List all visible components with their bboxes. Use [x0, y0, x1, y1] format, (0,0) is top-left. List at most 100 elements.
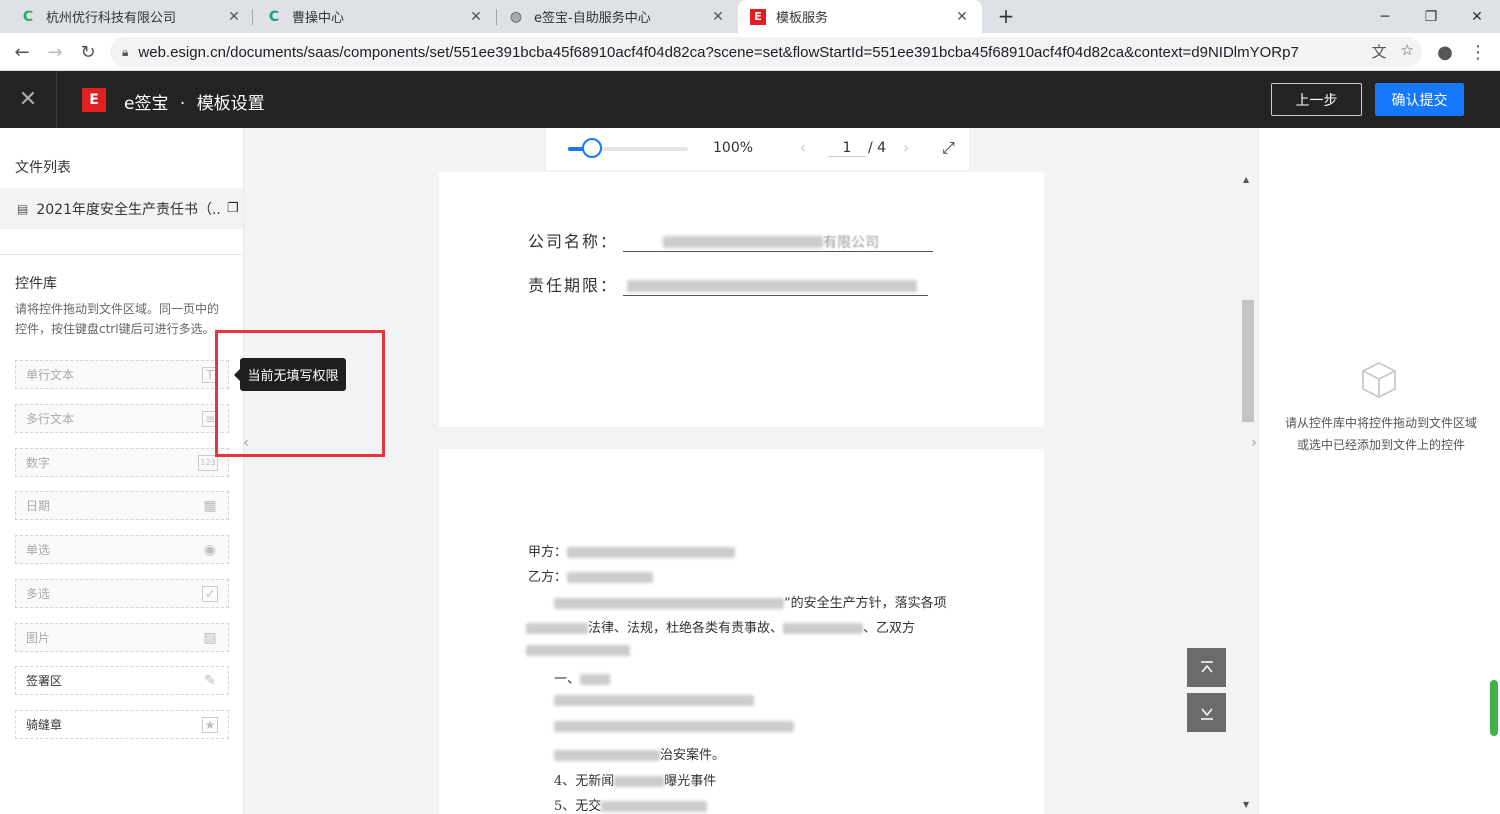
company-name-field: 有限公司 — [623, 232, 934, 252]
radio-icon: ◉ — [203, 541, 217, 558]
fullscreen-icon[interactable]: ⤢ — [942, 138, 955, 158]
zoom-slider-handle[interactable] — [582, 138, 602, 158]
browser-tab-3[interactable]: ◍ e签宝-自助服务中心 ✕ — [496, 0, 738, 33]
confirm-submit-button[interactable]: 确认提交 — [1375, 83, 1464, 116]
collapse-right-panel-icon[interactable]: › — [1246, 430, 1262, 456]
maximize-button[interactable]: ❐ — [1408, 0, 1454, 33]
control-label: 单选 — [26, 543, 51, 557]
close-icon[interactable]: ✕ — [0, 71, 57, 128]
esign-logo-icon: E — [82, 88, 106, 112]
redacted-text — [554, 750, 660, 761]
control-image[interactable]: 图片 ▨ — [15, 623, 229, 652]
redacted-text — [554, 598, 784, 609]
close-icon[interactable]: ✕ — [710, 9, 726, 25]
redacted-text — [567, 547, 736, 558]
control-multi-line-text[interactable]: 多行文本 ≡ — [15, 404, 229, 433]
back-arrow-icon[interactable]: ← — [11, 41, 33, 63]
address-bar: ← → ↻ 🔒︎ web.esign.cn/documents/saas/com… — [0, 33, 1500, 71]
document-page-2: 甲方： 乙方： ”的安全生产方针，落实各项 法律、法规，杜绝各类有责事故、 、乙双… — [439, 449, 1044, 814]
paragraph-line — [526, 643, 630, 658]
list-item: 4、无新闻 曝光事件 — [554, 770, 716, 789]
redacted-text — [554, 721, 794, 732]
redacted-text — [554, 695, 754, 706]
translate-icon[interactable]: 文 — [1372, 41, 1387, 62]
pen-icon: ✎ — [204, 672, 216, 689]
redacted-text — [601, 801, 708, 812]
responsibility-period-field — [623, 276, 929, 296]
right-properties-panel: 请从控件库中将控件拖动到文件区域 或选中已经添加到文件上的控件 — [1258, 128, 1500, 814]
next-page-icon[interactable]: › — [903, 138, 909, 157]
star-icon[interactable]: ☆ — [1401, 41, 1414, 62]
control-label: 日期 — [26, 499, 51, 513]
control-multi-choice[interactable]: 多选 ✓ — [15, 579, 229, 608]
globe-icon: ◍ — [509, 8, 523, 25]
checkbox-icon: ✓ — [202, 585, 218, 602]
party-a-label: 甲方： — [528, 545, 568, 560]
redacted-text — [526, 623, 588, 634]
url-omnibox[interactable]: 🔒︎ web.esign.cn/documents/saas/component… — [110, 37, 1422, 67]
control-number[interactable]: 数字 123 — [15, 448, 229, 477]
prev-page-icon[interactable]: ‹ — [800, 138, 806, 157]
close-icon[interactable]: ✕ — [226, 9, 242, 25]
document-icon: ▤ — [17, 201, 29, 216]
page-title: e签宝 · 模板设置 — [124, 89, 265, 114]
divider — [0, 254, 243, 255]
tab-title: 曹操中心 — [292, 11, 345, 26]
scroll-to-bottom-button[interactable] — [1187, 693, 1226, 732]
lock-icon: 🔒︎ — [122, 44, 129, 59]
control-seam-seal[interactable]: 骑缝章 ★ — [15, 710, 229, 739]
list-item: 5、无交 — [554, 795, 708, 814]
image-icon: ▨ — [203, 629, 217, 646]
file-list-item[interactable]: ▤ 2021年度安全生产责任书（.. ❐ — [0, 188, 243, 229]
brand-name: e签宝 — [124, 94, 169, 114]
browser-tab-2[interactable]: C 曹操中心 ✕ — [254, 0, 496, 33]
reload-icon[interactable]: ↻ — [77, 41, 99, 63]
list-item: 一、 — [554, 668, 611, 687]
company-name-visible: 有限公司 — [823, 235, 880, 251]
browser-tab-4[interactable]: E 模板服务 ✕ — [738, 0, 982, 33]
file-list-title: 文件列表 — [15, 160, 71, 176]
close-icon[interactable]: ✕ — [954, 9, 970, 25]
empty-hint-line: 请从控件库中将控件拖动到文件区域 — [1284, 416, 1477, 430]
party-b-label: 乙方： — [528, 570, 568, 585]
document-canvas: 公司名称： 有限公司 责任期限： 甲方： 乙方： ”的安全生产方针，落实各项 法… — [244, 128, 1258, 814]
forward-arrow-icon[interactable]: → — [44, 41, 66, 63]
control-label: 单行文本 — [26, 368, 75, 382]
scroll-up-icon[interactable]: ▲ — [1243, 175, 1249, 184]
profile-icon[interactable]: ● — [1434, 41, 1456, 63]
scrollbar-thumb[interactable] — [1242, 300, 1254, 422]
list-item-text: 曝光事件 — [664, 774, 717, 789]
current-page-input[interactable]: 1 — [828, 140, 866, 157]
prev-step-button[interactable]: 上一步 — [1271, 83, 1362, 116]
scroll-down-icon[interactable]: ▼ — [1243, 800, 1249, 809]
more-menu-icon[interactable]: ⋮ — [1467, 41, 1489, 63]
paragraph-line: ”的安全生产方针，落实各项 — [554, 592, 947, 611]
control-signature-area[interactable]: 签署区 ✎ — [15, 666, 229, 695]
url-text: web.esign.cn/documents/saas/components/s… — [138, 43, 1299, 61]
to-top-icon — [1200, 660, 1213, 672]
box-icon — [1362, 361, 1396, 399]
copy-icon[interactable]: ❐ — [227, 201, 239, 216]
close-icon[interactable]: ✕ — [468, 9, 484, 25]
browser-tab-1[interactable]: C 杭州优行科技有限公司 ✕ — [8, 0, 254, 33]
list-item-text: 4、无新闻 — [554, 774, 615, 789]
list-item — [554, 719, 794, 734]
minimize-button[interactable]: ─ — [1362, 0, 1408, 33]
scroll-to-top-button[interactable] — [1187, 648, 1226, 687]
redacted-text — [526, 645, 630, 656]
control-single-line-text[interactable]: 单行文本 T — [15, 360, 229, 389]
tab-separator — [252, 9, 253, 25]
control-single-choice[interactable]: 单选 ◉ — [15, 535, 229, 564]
list-item-text: 治安案件。 — [660, 748, 726, 763]
paragraph-line: 法律、法规，杜绝各类有责事故、 、乙双方 — [526, 617, 915, 636]
party-a-line: 甲方： — [528, 541, 736, 560]
empty-hint-line: 或选中已经添加到文件上的控件 — [1296, 438, 1465, 452]
new-tab-button[interactable]: + — [994, 4, 1018, 28]
control-date[interactable]: 日期 ▦ — [15, 491, 229, 520]
seal-icon: ★ — [202, 716, 218, 733]
vertical-scrollbar[interactable] — [1240, 172, 1256, 814]
window-close-button[interactable]: ✕ — [1454, 0, 1500, 33]
side-widget-bar[interactable] — [1490, 680, 1498, 736]
list-item-prefix: 一、 — [554, 672, 581, 687]
highlight-annotation-box — [215, 330, 385, 457]
